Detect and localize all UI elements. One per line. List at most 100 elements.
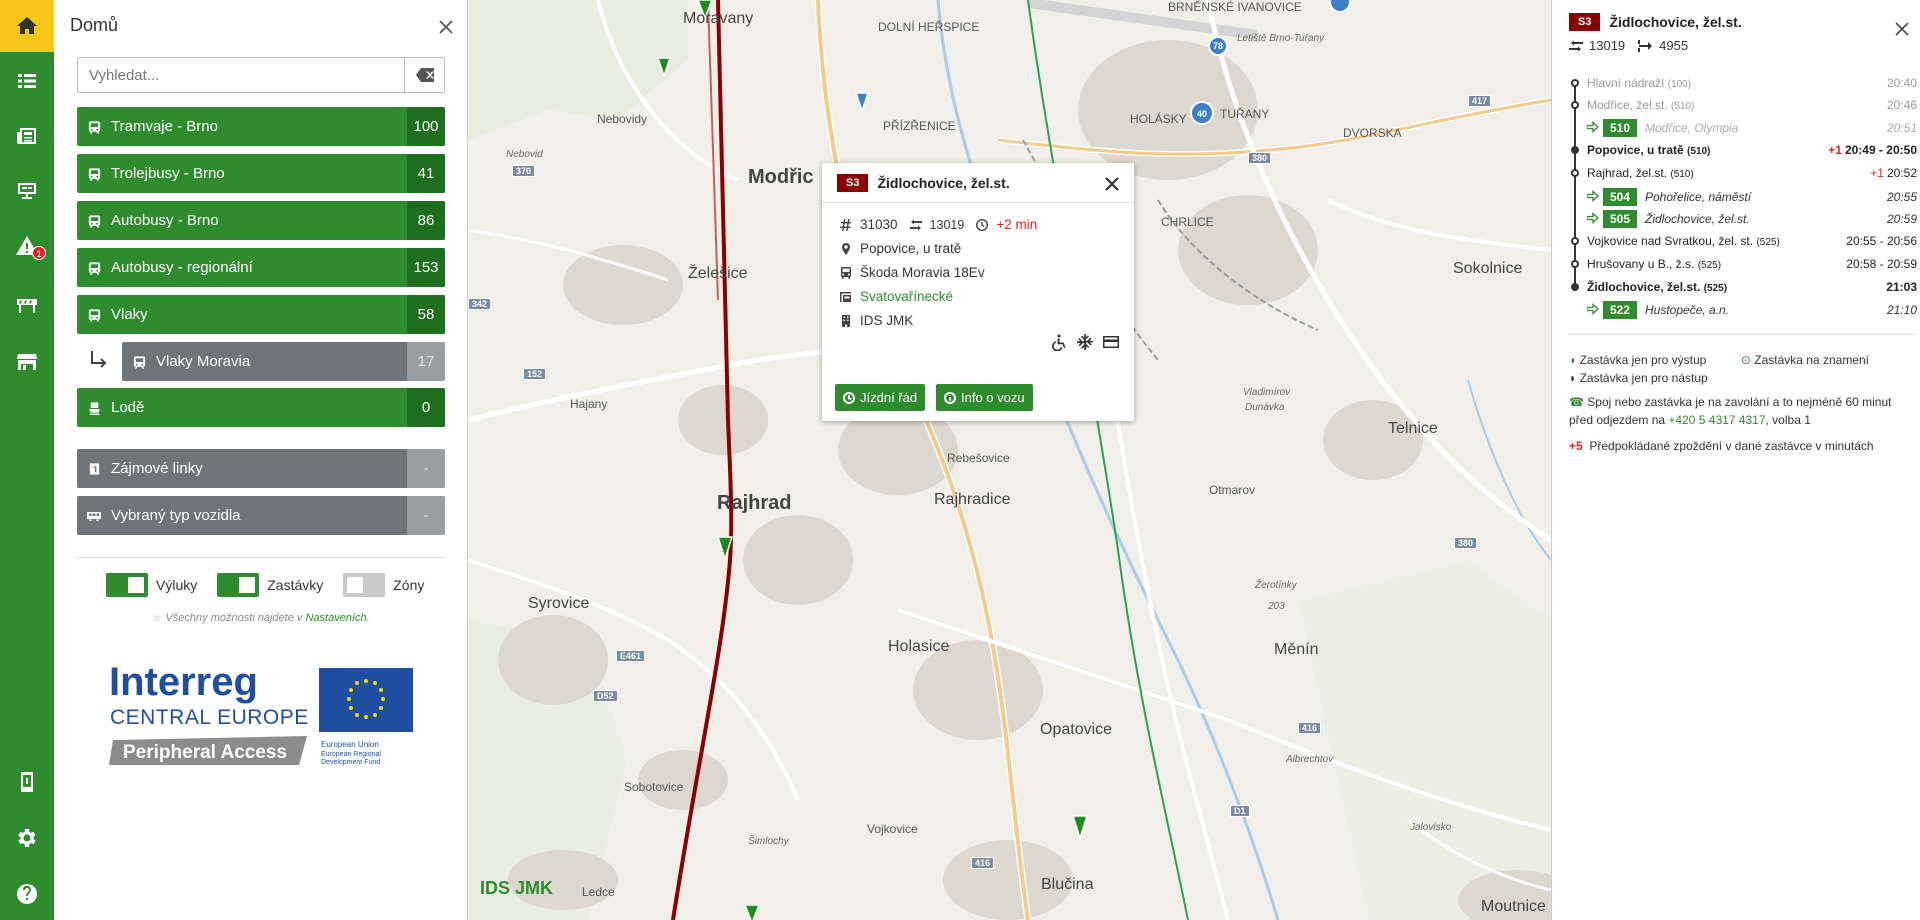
timetable-button-label: Jízdní řád: [860, 390, 918, 405]
home-icon: [17, 17, 37, 34]
vehicle-model: Škoda Moravia 18Ev: [860, 265, 985, 280]
ticket-phone-button[interactable]: [0, 756, 54, 808]
search-input[interactable]: [78, 58, 404, 92]
category-trains-moravia[interactable]: Vlaky Moravia 17: [122, 342, 445, 381]
train-icon: [122, 342, 156, 381]
vehicle-type-icon: [77, 496, 111, 535]
timeline-stop-terminus[interactable]: Židlochovice, žel.st. (525) 21:03: [1569, 277, 1917, 297]
map-label: Dunávka: [1245, 402, 1285, 413]
timeline-stop[interactable]: Vojkovice nad Svratkou, žel. st. (525) 2…: [1569, 231, 1917, 251]
map-label: Hajany: [570, 397, 608, 411]
map-label: Šimlochy: [748, 836, 789, 847]
list-button[interactable]: [0, 55, 54, 107]
connection-row[interactable]: 510 Modřice, Olympia 20:51: [1569, 117, 1917, 137]
help-button[interactable]: [0, 868, 54, 920]
board-only-icon: ◗: [1569, 371, 1577, 385]
map-label: Moutnice: [1481, 898, 1546, 915]
timeline-stop[interactable]: Rajhrad, žel.st. (510) +1 20:52: [1569, 163, 1917, 183]
trip-meta: 13019 4955: [1569, 38, 1688, 53]
category-buses-brno[interactable]: Autobusy - Brno 86: [77, 201, 445, 240]
help-icon: [17, 884, 37, 904]
list-icon: [18, 74, 36, 88]
category-trolleybuses[interactable]: Trolejbusy - Brno 41: [77, 154, 445, 193]
map-label: Otmarov: [1209, 483, 1256, 497]
line-badge[interactable]: S3: [837, 174, 869, 192]
popup-operator-row: IDS JMK: [838, 313, 913, 328]
interreg-logo: Interreg CENTRAL EUROPE Peripheral Acces…: [109, 660, 419, 780]
popup-stop-row: Popovice, u tratě: [838, 241, 961, 256]
category-vehicle-type[interactable]: Vybraný typ vozidla -: [77, 496, 445, 535]
roadworks-icon: [17, 299, 37, 313]
map-label: DVORSKA: [1343, 126, 1402, 140]
road-number: 370: [512, 165, 536, 177]
roadworks-button[interactable]: [0, 278, 54, 330]
connection-line-badge[interactable]: 504: [1603, 188, 1637, 206]
timeline-stop-current[interactable]: Popovice, u tratě (510) +1 20:49 - 20:50: [1569, 140, 1917, 160]
sidebar-close-button[interactable]: [434, 15, 458, 39]
panel-close-button[interactable]: [1895, 18, 1909, 40]
store-button[interactable]: [0, 336, 54, 388]
popup-depot-row: Svatovařínecké: [838, 289, 953, 304]
connection-line-badge[interactable]: 522: [1603, 301, 1637, 319]
connection-line-badge[interactable]: 510: [1603, 119, 1637, 137]
legend-exit-only: ◖ Zastávka jen pro výstup: [1569, 353, 1707, 367]
timetable-button[interactable]: Jízdní řád: [835, 384, 926, 411]
map-canvas[interactable]: 407854 Moravany DOLNÍ HEŘSPICE BRNĚNSKÉ …: [468, 0, 1551, 920]
trip-icon: [1569, 40, 1583, 51]
board-button[interactable]: [0, 165, 54, 217]
connection-arrow-icon: [1587, 190, 1599, 202]
map-label: DOLNÍ HEŘSPICE: [878, 20, 980, 34]
news-button[interactable]: [0, 110, 54, 162]
phone-number[interactable]: +420 5 4317 4317: [1668, 413, 1765, 427]
timeline-stop[interactable]: Hlavní nádraží (100) 20:40: [1569, 73, 1917, 93]
category-trains[interactable]: Vlaky 58: [77, 295, 445, 334]
category-label: Vybraný typ vozidla: [111, 507, 241, 524]
category-trams[interactable]: Tramvaje - Brno 100: [77, 107, 445, 146]
connection-row[interactable]: 505 Židlochovice, žel.st. 20:59: [1569, 208, 1917, 228]
map-label: Letiště Brno-Tuřany: [1237, 33, 1325, 44]
layer-toggles: Výluky Zastávky Zóny: [106, 573, 444, 597]
home-button[interactable]: [0, 0, 54, 52]
map-label: Holasice: [888, 638, 950, 655]
boat-icon: [77, 388, 111, 427]
vehicle-info-button[interactable]: Info o vozu: [936, 384, 1033, 411]
road-number: 380: [1248, 152, 1272, 164]
depot-link[interactable]: Svatovařínecké: [860, 289, 953, 304]
settings-button[interactable]: [0, 812, 54, 864]
map-label: Opatovice: [1040, 721, 1113, 738]
connection-line-badge[interactable]: 505: [1603, 210, 1637, 228]
line-badge: S3: [1569, 13, 1601, 31]
map-label: Sobotovice: [624, 780, 684, 794]
map-label: Nebovidy: [597, 112, 648, 126]
category-boats[interactable]: Lodě 0: [77, 388, 445, 427]
exit-only-icon: ◖: [1569, 353, 1577, 367]
category-buses-regional[interactable]: Autobusy - regionální 153: [77, 248, 445, 287]
road-number: 203: [1268, 601, 1285, 612]
search-clear-button[interactable]: [404, 58, 444, 92]
popup-title: Židlochovice, žel.st.: [877, 175, 1010, 191]
toggle-stops[interactable]: [217, 573, 260, 597]
road-number: D1: [1230, 805, 1250, 817]
tram-icon: [77, 107, 111, 146]
alerts-button[interactable]: 1: [0, 220, 54, 272]
toggle-closures[interactable]: [106, 573, 148, 597]
map-label: PŘÍZŘENICE: [883, 119, 956, 133]
timeline-stop[interactable]: Hrušovany u B., ž.s. (525) 20:58 - 20:59: [1569, 254, 1917, 274]
settings-link[interactable]: Nastaveních: [305, 612, 366, 624]
road-number: E461: [616, 650, 646, 662]
logo-eu2: European Regional: [321, 751, 381, 758]
panel-separator: [1569, 334, 1916, 335]
popup-close-button[interactable]: [1105, 173, 1119, 194]
connection-row[interactable]: 522 Hustopeče, a.n. 21:10: [1569, 299, 1917, 319]
store-icon: [17, 354, 37, 370]
clock-icon: [843, 391, 855, 404]
info-icon: [944, 391, 956, 404]
connection-row[interactable]: 504 Pohořelice, náměstí 20:55: [1569, 186, 1917, 206]
timeline-stop[interactable]: Modřice, žel.st. (510) 20:46: [1569, 95, 1917, 115]
toggle-zones[interactable]: [343, 573, 386, 597]
category-special-lines[interactable]: Zájmové linky -: [77, 449, 445, 488]
popup-ids-row: 31030 13019 +2 min: [838, 217, 1037, 232]
vehicle-features: [1050, 333, 1120, 351]
category-count: 17: [407, 342, 445, 381]
bus-icon: [77, 201, 111, 240]
